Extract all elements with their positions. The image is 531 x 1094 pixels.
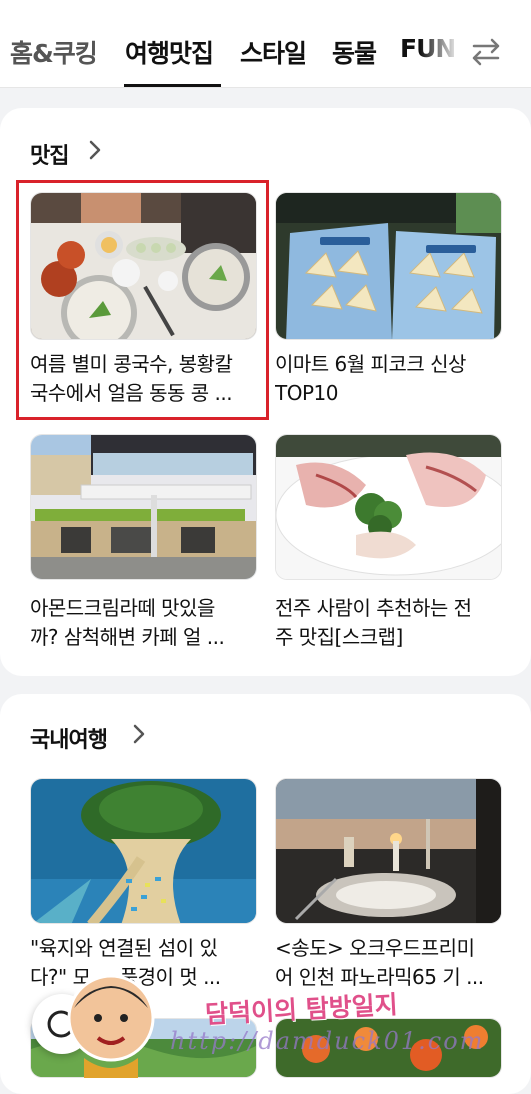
chevron-right-icon[interactable] <box>132 724 146 744</box>
watermark-url: http://damduck01.com <box>170 1027 485 1055</box>
section-title[interactable]: 맛집 <box>30 138 69 170</box>
thumbnail-oakwood-panoramic[interactable] <box>275 778 502 924</box>
section-title[interactable]: 국내여행 <box>30 722 108 754</box>
tab-fade <box>420 20 460 80</box>
category-tab-bar: 홈&쿠킹 여행맛집 스타일 동물 FUN <box>0 0 531 88</box>
tab-home-cooking[interactable]: 홈&쿠킹 <box>10 34 98 70</box>
thumbnail-island[interactable] <box>30 778 257 924</box>
active-tab-indicator <box>124 84 221 87</box>
tab-style[interactable]: 스타일 <box>240 34 307 70</box>
caption-oakwood-panoramic[interactable]: <송도> 오크우드프리미 어 인천 파노라믹65 기 ... <box>275 934 505 992</box>
chevron-right-icon[interactable] <box>88 140 102 160</box>
caption-peacock-snacks[interactable]: 이마트 6월 피코크 신상 TOP10 <box>275 350 505 408</box>
thumbnail-jeonju-sashimi[interactable] <box>275 434 502 580</box>
caption-jeonju-sashimi[interactable]: 전주 사람이 추천하는 전 주 맛집[스크랩] <box>275 594 505 652</box>
thumbnail-peacock-snacks[interactable] <box>275 192 502 340</box>
tab-animals[interactable]: 동물 <box>332 34 377 70</box>
tab-travel-food[interactable]: 여행맛집 <box>125 34 214 70</box>
caption-beach-cafe[interactable]: 아몬드크림라떼 맛있을 까? 삼척해변 카페 얼 ... <box>30 594 260 652</box>
thumbnail-beach-cafe[interactable] <box>30 434 257 580</box>
swap-arrows-icon[interactable] <box>468 36 504 68</box>
mascot-avatar <box>67 974 155 1078</box>
red-highlight-box <box>16 180 269 420</box>
